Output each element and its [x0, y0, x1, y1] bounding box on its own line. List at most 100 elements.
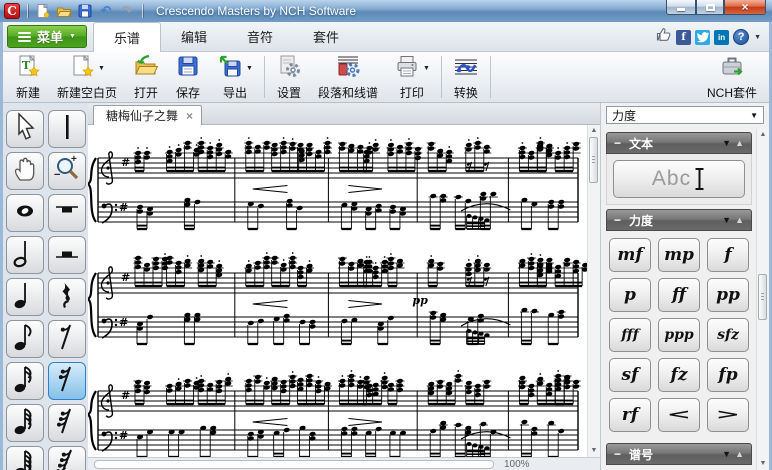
dynamic-ff-button[interactable]: ff [658, 278, 700, 312]
new-score-icon: T [15, 53, 41, 84]
scroll-down-icon[interactable]: ▼ [591, 447, 598, 455]
quarter-rest-tool[interactable] [48, 278, 86, 316]
toolbar-convert-button[interactable]: 转换 [445, 53, 487, 102]
ribbon-tab-套件[interactable]: 套件 [293, 22, 359, 51]
whole-rest-tool[interactable] [48, 194, 86, 232]
ribbon-tab-乐谱[interactable]: 乐谱 [92, 22, 161, 52]
new-doc-icon[interactable] [35, 3, 51, 19]
half-rest-tool[interactable] [48, 236, 86, 274]
help-menu-caret[interactable]: ▼ [754, 34, 761, 41]
move-down-icon[interactable]: ▼ [722, 215, 731, 225]
open-file-icon [133, 53, 159, 84]
settings-icon [276, 53, 302, 84]
thirtysecond-rest-tool[interactable] [48, 404, 86, 442]
toolbar-open-file-button[interactable]: 打开 [125, 53, 167, 102]
twitter-icon[interactable] [695, 29, 711, 45]
move-up-icon[interactable]: ▲ [735, 138, 744, 148]
palette-dropdown[interactable]: 力度 ▼ [606, 106, 764, 124]
sixtyfourth-note-tool[interactable] [6, 446, 44, 470]
dynamic-ppp-button[interactable]: ppp [658, 318, 700, 352]
scroll-down-icon[interactable]: ▼ [760, 460, 767, 468]
sixteenth-rest-tool[interactable] [48, 362, 86, 400]
undo-arrow-icon[interactable]: ↶ [98, 3, 114, 19]
maximize-button[interactable] [696, 0, 724, 15]
section-header-clefs[interactable]: − 谱号 ▼ ▲ [606, 443, 752, 465]
chevron-down-icon[interactable]: ▼ [98, 65, 105, 72]
collapse-icon[interactable]: − [614, 447, 621, 461]
whole-rest-icon [51, 195, 83, 232]
scrollbar-thumb[interactable] [758, 273, 767, 320]
dynamic-sfz-button[interactable]: sfz [707, 318, 749, 352]
dynamic-crescendo-button[interactable]: < [658, 398, 700, 432]
document-tab[interactable]: 糖梅仙子之舞 × [93, 105, 203, 125]
scroll-up-icon[interactable]: ▲ [760, 131, 767, 139]
close-button[interactable]: × [724, 0, 766, 15]
dynamic-decrescendo-button[interactable]: > [707, 398, 749, 432]
section-header-dynamics[interactable]: − 力度 ▼ ▲ [606, 209, 752, 231]
help-icon[interactable]: ? [733, 29, 750, 45]
move-down-icon[interactable]: ▼ [722, 138, 731, 148]
close-tab-icon[interactable]: × [186, 109, 193, 123]
select-tool[interactable] [6, 110, 44, 148]
dynamic-rf-button[interactable]: rf [609, 398, 651, 432]
ribbon-tab-音符[interactable]: 音符 [227, 22, 293, 51]
toolbar-sections-staves-button[interactable]: 段落和线谱 [310, 53, 386, 102]
toolbar-nch-suite-button[interactable]: NCH套件 [699, 53, 765, 102]
toolbar-separator [263, 56, 265, 98]
horizontal-scrollbar[interactable] [94, 459, 494, 469]
dynamic-f-button[interactable]: f [707, 238, 749, 272]
dynamic-fz-button[interactable]: fz [658, 358, 700, 392]
sheet-music[interactable]: # # # # pp # # [88, 125, 587, 457]
sixteenth-note-tool[interactable] [6, 362, 44, 400]
collapse-icon[interactable]: − [614, 136, 621, 150]
minimize-button[interactable] [666, 0, 696, 15]
text-tool-button[interactable]: Abc [613, 160, 745, 198]
move-up-icon[interactable]: ▲ [735, 449, 744, 459]
dynamic-mf-button[interactable]: mf [609, 238, 651, 272]
thumbs-up-icon[interactable] [656, 26, 672, 47]
toolbar-print-button[interactable]: ▼ 打印 [386, 53, 438, 102]
dynamic-fp-button[interactable]: fp [707, 358, 749, 392]
menu-button[interactable]: 菜单 ▼ [7, 25, 87, 48]
toolbar-settings-button[interactable]: 设置 [268, 53, 310, 102]
dynamic-pp-button[interactable]: pp [707, 278, 749, 312]
ribbon-tab-编辑[interactable]: 编辑 [161, 22, 227, 51]
move-down-icon[interactable]: ▼ [722, 449, 731, 459]
half-note-tool[interactable] [6, 236, 44, 274]
dynamic-sf-button[interactable]: sf [609, 358, 651, 392]
toolbar-new-blank-page-button[interactable]: ▼ 新建空白页 [49, 53, 125, 102]
toolbar-label: 导出 [222, 85, 247, 100]
section-header-text[interactable]: − 文本 ▼ ▲ [606, 132, 752, 154]
move-up-icon[interactable]: ▲ [735, 215, 744, 225]
toolbar-new-score-button[interactable]: T 新建 [7, 53, 49, 102]
panel-vertical-scrollbar[interactable]: ▲ ▼ [756, 129, 769, 470]
dynamic-p-button[interactable]: p [609, 278, 651, 312]
chevron-down-icon[interactable]: ▼ [246, 65, 253, 72]
barline-tool[interactable] [48, 110, 86, 148]
collapse-icon[interactable]: − [614, 213, 621, 227]
eighth-note-tool[interactable] [6, 320, 44, 358]
dynamic-mp-button[interactable]: mp [658, 238, 700, 272]
toolbar-export-button[interactable]: ▼ 导出 [209, 53, 261, 102]
score-vertical-scrollbar[interactable]: ▲ ▼ [587, 125, 600, 457]
scrollbar-thumb[interactable] [589, 137, 598, 183]
redo-arrow-icon[interactable]: ↷ [119, 3, 135, 19]
chevron-down-icon: ▼ [69, 33, 76, 40]
chevron-down-icon[interactable]: ▼ [423, 65, 430, 72]
eighth-rest-tool[interactable] [48, 320, 86, 358]
open-folder-icon[interactable] [56, 3, 72, 19]
toolbar-save-file-button[interactable]: 保存 [167, 53, 209, 102]
whole-note-tool[interactable] [6, 194, 44, 232]
zoom-tool[interactable]: + − [48, 152, 86, 190]
svg-text:−: − [54, 169, 60, 181]
pan-tool[interactable] [6, 152, 44, 190]
linkedin-icon[interactable]: in [714, 29, 730, 45]
quarter-note-tool[interactable] [6, 278, 44, 316]
sixtyfourth-rest-tool[interactable] [48, 446, 86, 470]
facebook-icon[interactable]: f [676, 29, 692, 45]
menu-bar: 菜单 ▼ 乐谱 编辑 音符 套件 f in? ▼ [3, 22, 769, 52]
save-floppy-icon[interactable] [77, 3, 93, 19]
dynamic-fff-button[interactable]: fff [609, 318, 651, 352]
thirtysecond-note-tool[interactable] [6, 404, 44, 442]
scroll-up-icon[interactable]: ▲ [591, 127, 598, 135]
